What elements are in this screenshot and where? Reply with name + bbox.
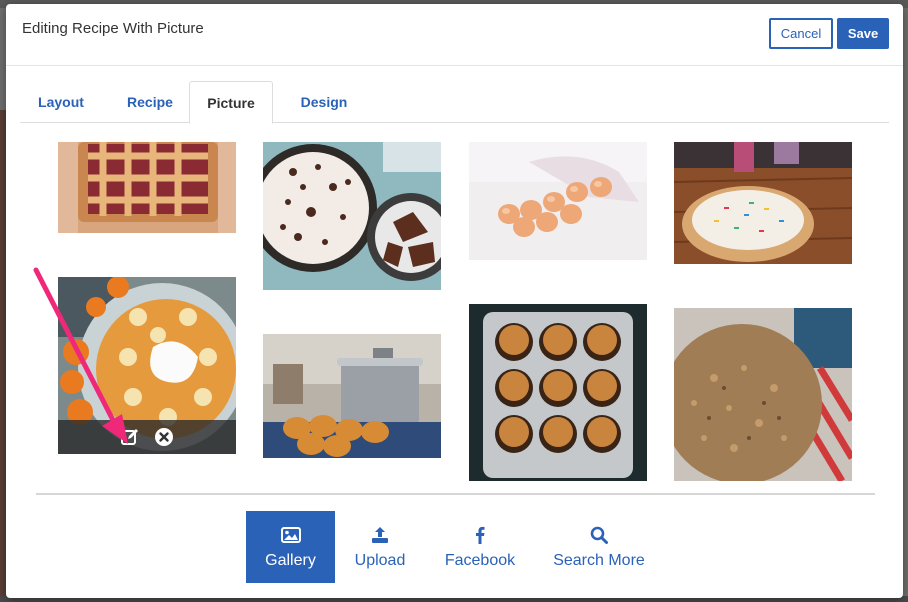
gallery-source-label: Gallery bbox=[265, 552, 316, 569]
tab-picture[interactable]: Picture bbox=[189, 81, 273, 124]
gallery-image-muffins[interactable] bbox=[469, 304, 647, 481]
upload-source-label: Upload bbox=[354, 552, 406, 569]
modal-title: Editing Recipe With Picture bbox=[22, 20, 204, 37]
divider bbox=[36, 493, 875, 495]
facebook-source-label: Facebook bbox=[444, 552, 516, 569]
gallery-image-chocolate-pie[interactable] bbox=[263, 142, 441, 290]
facebook-icon bbox=[475, 524, 485, 546]
image-icon bbox=[280, 524, 301, 546]
edit-recipe-modal: Editing Recipe With Picture Cancel Save … bbox=[6, 4, 903, 598]
edit-icon[interactable] bbox=[119, 426, 141, 448]
image-action-toolbar bbox=[58, 420, 236, 454]
cancel-button[interactable]: Cancel bbox=[769, 18, 833, 49]
gallery-image-pot-rolls[interactable] bbox=[263, 334, 441, 458]
upload-icon bbox=[371, 524, 389, 546]
close-circle-icon[interactable] bbox=[153, 426, 175, 448]
facebook-source-button[interactable]: Facebook bbox=[435, 511, 525, 583]
gallery-source-button[interactable]: Gallery bbox=[246, 511, 335, 583]
gallery-image-lattice-pie[interactable] bbox=[58, 142, 236, 233]
tab-design[interactable]: Design bbox=[282, 81, 366, 123]
image-source-bar: Gallery Upload Facebook Search More bbox=[6, 511, 903, 583]
modal-header: Editing Recipe With Picture Cancel Save bbox=[6, 4, 903, 66]
save-button[interactable]: Save bbox=[837, 18, 889, 49]
search-icon bbox=[590, 524, 608, 546]
upload-source-button[interactable]: Upload bbox=[343, 511, 417, 583]
gallery-image-peach-tart[interactable] bbox=[58, 277, 236, 454]
tab-bar: Layout Recipe Picture Design bbox=[20, 81, 889, 124]
tab-layout[interactable]: Layout bbox=[20, 81, 102, 123]
gallery-image-crumble-pie[interactable] bbox=[674, 308, 852, 481]
gallery-image-sprinkle-cake[interactable] bbox=[674, 142, 852, 264]
gallery-image-eggs[interactable] bbox=[469, 142, 647, 260]
search-more-source-button[interactable]: Search More bbox=[543, 511, 655, 583]
search-more-source-label: Search More bbox=[553, 552, 645, 569]
tab-recipe[interactable]: Recipe bbox=[110, 81, 190, 123]
